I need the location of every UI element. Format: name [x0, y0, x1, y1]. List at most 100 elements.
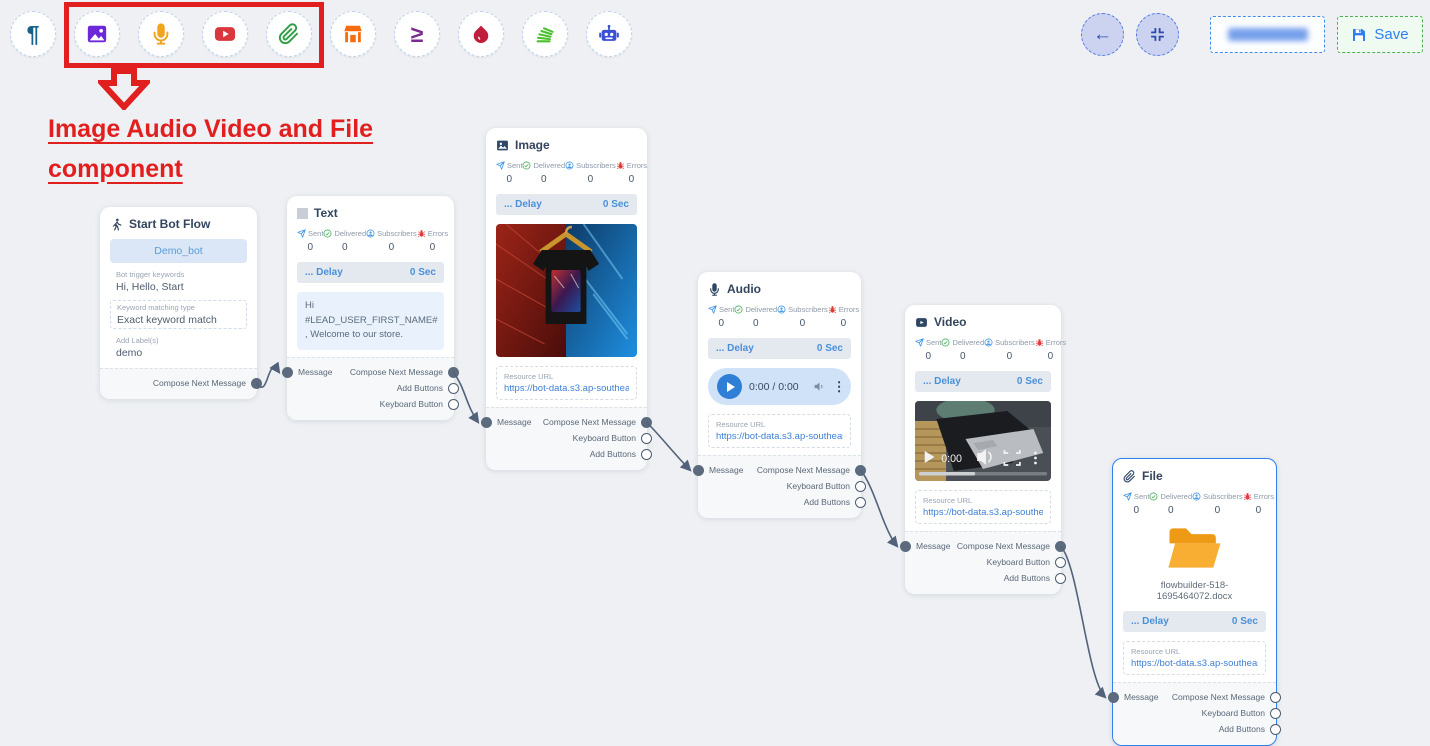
output-port-compose-next-message[interactable]: Compose Next Message: [350, 367, 459, 378]
node-footer: Message Compose Next Message Keyboard Bu…: [905, 531, 1061, 594]
back-button[interactable]: ←: [1081, 13, 1124, 56]
errors-icon: [1243, 492, 1252, 501]
port-dot[interactable]: [900, 541, 911, 552]
output-port-compose-next-message[interactable]: Compose Next Message: [543, 417, 652, 428]
bot-name-pill[interactable]: Demo_bot: [110, 239, 247, 263]
output-port-compose-next-message[interactable]: Compose Next Message: [1172, 692, 1281, 703]
field-keyword-matching-type[interactable]: Keyword matching type Exact keyword matc…: [110, 300, 247, 329]
field-add-labels[interactable]: Add Label(s) demo: [110, 334, 247, 361]
delay-setting[interactable]: ... Delay0 Sec: [708, 338, 851, 359]
condition-component-button[interactable]: ≥: [394, 11, 440, 57]
sent-icon: [496, 161, 505, 170]
subscribers-icon: [777, 305, 786, 314]
ecommerce-component-button[interactable]: [330, 11, 376, 57]
node-image[interactable]: Image Sent0 Delivered0 Subscribers0 Erro…: [486, 128, 647, 470]
output-port-add-buttons[interactable]: Add Buttons: [1219, 724, 1281, 735]
port-dot[interactable]: [641, 433, 652, 444]
output-port-compose-next-message[interactable]: Compose Next Message: [757, 465, 866, 476]
resource-url-link[interactable]: https://bot-data.s3.ap-southeast-1.wasab…: [504, 383, 629, 394]
kebab-menu-icon[interactable]: ⋮: [833, 380, 846, 393]
resource-url-box[interactable]: Resource URL https://bot-data.s3.ap-sout…: [496, 366, 637, 400]
bot-component-button[interactable]: [586, 11, 632, 57]
output-port-keyboard-button[interactable]: Keyboard Button: [987, 557, 1066, 568]
delay-setting[interactable]: ... Delay0 Sec: [1123, 611, 1266, 632]
input-port-message[interactable]: Message: [282, 367, 333, 378]
paragraph-icon: ¶: [27, 23, 40, 46]
input-port-message[interactable]: Message: [693, 465, 744, 476]
kebab-menu-icon: [1034, 452, 1037, 465]
save-label: Save: [1374, 26, 1408, 43]
sent-icon: [1123, 492, 1132, 501]
port-dot[interactable]: [1055, 573, 1066, 584]
audio-player[interactable]: 0:00 / 0:00 ⋮: [708, 368, 851, 405]
node-video[interactable]: Video Sent0 Delivered0 Subscribers0 Erro…: [905, 305, 1061, 594]
stats-row: Sent0 Delivered0 Subscribers0 Errors0: [915, 338, 1051, 362]
output-port-compose-next-message[interactable]: Compose Next Message: [153, 378, 262, 389]
output-port-add-buttons[interactable]: Add Buttons: [397, 383, 459, 394]
output-port-add-buttons[interactable]: Add Buttons: [1004, 573, 1066, 584]
arrow-left-icon: ←: [1093, 24, 1112, 46]
resource-url-box[interactable]: Resource URL https://bot-data.s3.ap-sout…: [708, 414, 851, 448]
port-dot[interactable]: [251, 378, 262, 389]
node-start-bot-flow[interactable]: Start Bot Flow Demo_bot Bot trigger keyw…: [100, 207, 257, 399]
message-text[interactable]: Hi #LEAD_USER_FIRST_NAME# , Welcome to o…: [297, 292, 444, 350]
image-preview[interactable]: [496, 224, 637, 357]
output-port-add-buttons[interactable]: Add Buttons: [804, 497, 866, 508]
output-port-keyboard-button[interactable]: Keyboard Button: [573, 433, 652, 444]
port-dot[interactable]: [448, 367, 459, 378]
video-time: 0:00: [941, 453, 962, 465]
input-port-message[interactable]: Message: [1108, 692, 1159, 703]
port-dot[interactable]: [481, 417, 492, 428]
resource-url-link[interactable]: https://bot-data.s3.ap-southeast-1.wasab…: [923, 507, 1043, 518]
drip-component-button[interactable]: [458, 11, 504, 57]
node-footer: Compose Next Message: [100, 368, 257, 399]
text-component-button[interactable]: ¶: [10, 11, 56, 57]
fit-view-button[interactable]: [1136, 13, 1179, 56]
output-port-keyboard-button[interactable]: Keyboard Button: [380, 399, 459, 410]
delay-setting[interactable]: ... Delay0 Sec: [297, 262, 444, 283]
output-port-compose-next-message[interactable]: Compose Next Message: [957, 541, 1066, 552]
port-dot[interactable]: [855, 481, 866, 492]
port-dot[interactable]: [1270, 724, 1281, 735]
text-icon: [297, 208, 308, 219]
port-dot[interactable]: [1108, 692, 1119, 703]
subscribers-icon: [984, 338, 993, 347]
port-dot[interactable]: [641, 417, 652, 428]
port-dot[interactable]: [448, 399, 459, 410]
port-dot[interactable]: [1270, 708, 1281, 719]
video-player[interactable]: 0:00: [915, 401, 1051, 481]
delay-setting[interactable]: ... Delay0 Sec: [915, 371, 1051, 392]
field-bot-trigger-keywords[interactable]: Bot trigger keywords Hi, Hello, Start: [110, 268, 247, 295]
port-dot[interactable]: [693, 465, 704, 476]
port-dot[interactable]: [1055, 541, 1066, 552]
play-icon: [727, 382, 735, 392]
resource-url-link[interactable]: https://bot-data.s3.ap-southeast-1.wasab…: [1131, 658, 1258, 669]
volume-icon[interactable]: [813, 380, 826, 393]
node-title: Video: [934, 315, 966, 329]
delay-setting[interactable]: ... Delay0 Sec: [496, 194, 637, 215]
port-dot[interactable]: [1270, 692, 1281, 703]
save-button[interactable]: Save: [1337, 16, 1423, 53]
output-port-keyboard-button[interactable]: Keyboard Button: [787, 481, 866, 492]
sequence-component-button[interactable]: [522, 11, 568, 57]
resource-url-box[interactable]: Resource URL https://bot-data.s3.ap-sout…: [1123, 641, 1266, 675]
port-dot[interactable]: [448, 383, 459, 394]
input-port-message[interactable]: Message: [900, 541, 951, 552]
redacted-action-button[interactable]: [1210, 16, 1325, 53]
node-text[interactable]: Text Sent0 Delivered0 Subscribers0 Error…: [287, 196, 454, 420]
node-file[interactable]: File Sent0 Delivered0 Subscribers0 Error…: [1112, 458, 1277, 746]
port-dot[interactable]: [1055, 557, 1066, 568]
output-port-add-buttons[interactable]: Add Buttons: [590, 449, 652, 460]
port-dot[interactable]: [855, 497, 866, 508]
node-audio[interactable]: Audio Sent0 Delivered0 Subscribers0 Erro…: [698, 272, 861, 518]
input-port-message[interactable]: Message: [481, 417, 532, 428]
file-preview[interactable]: flowbuilder-518-1695464072.docx: [1123, 526, 1266, 602]
store-icon: [342, 23, 364, 45]
resource-url-link[interactable]: https://bot-data.s3.ap-southeast-1.wasab…: [716, 431, 843, 442]
play-button[interactable]: [717, 374, 742, 399]
output-port-keyboard-button[interactable]: Keyboard Button: [1202, 708, 1281, 719]
port-dot[interactable]: [282, 367, 293, 378]
resource-url-box[interactable]: Resource URL https://bot-data.s3.ap-sout…: [915, 490, 1051, 524]
port-dot[interactable]: [855, 465, 866, 476]
port-dot[interactable]: [641, 449, 652, 460]
